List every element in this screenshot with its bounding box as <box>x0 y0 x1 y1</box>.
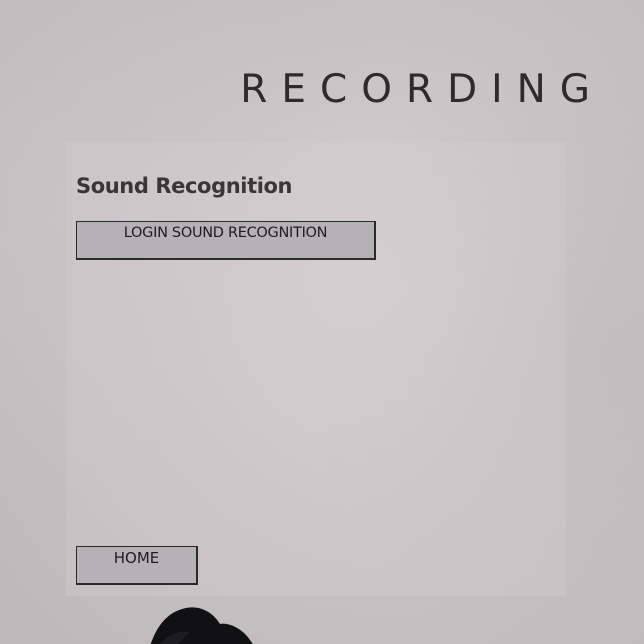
content-panel <box>66 142 566 596</box>
home-button[interactable]: HOME <box>76 546 198 585</box>
background-object-silhouette <box>150 607 253 644</box>
page-title: RECORDING <box>240 67 604 112</box>
login-sound-recognition-button[interactable]: LOGIN SOUND RECOGNITION <box>76 221 376 260</box>
section-heading: Sound Recognition <box>76 174 293 198</box>
